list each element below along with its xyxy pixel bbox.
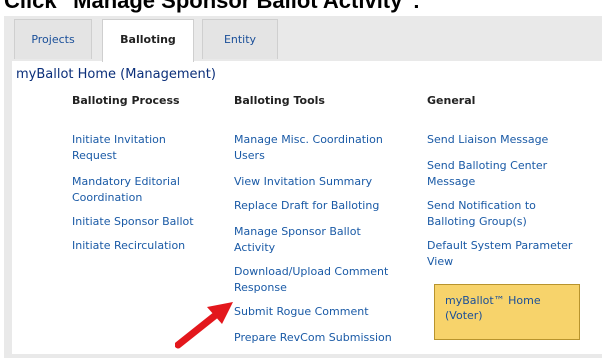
link-default-system-parameter-view[interactable]: Default System Parameter View — [427, 238, 597, 270]
tab-balloting[interactable]: Balloting — [102, 19, 194, 62]
column-heading-process: Balloting Process — [72, 94, 180, 107]
link-send-notification-to-balloting-groups[interactable]: Send Notification to Balloting Group(s) — [427, 198, 567, 230]
column-heading: General — [427, 94, 476, 107]
main-panel: myBallot Home (Management) Balloting Pro… — [12, 61, 602, 354]
column-heading-general: General — [427, 94, 475, 107]
column-heading-tools: Balloting Tools — [234, 94, 325, 107]
tab-projects[interactable]: Projects — [14, 19, 92, 59]
red-arrow-icon — [175, 302, 233, 349]
link-send-balloting-center-message[interactable]: Send Balloting Center Message — [427, 158, 592, 190]
link-prepare-revcom-submission[interactable]: Prepare RevCom Submission — [234, 330, 414, 346]
instruction-caption: Click "Manage Sponsor Ballot Activity": — [4, 0, 421, 13]
page-title: myBallot Home (Management) — [16, 67, 216, 82]
app-frame: Projects Balloting Entity myBallot Home … — [4, 16, 602, 358]
tab-entity[interactable]: Entity — [202, 19, 278, 59]
link-submit-rogue-comment[interactable]: Submit Rogue Comment — [234, 304, 409, 320]
link-initiate-invitation-request[interactable]: Initiate Invitation Request — [72, 132, 212, 164]
link-manage-sponsor-ballot-activity[interactable]: Manage Sponsor Ballot Activity — [234, 224, 384, 256]
link-mandatory-editorial-coordination[interactable]: Mandatory Editorial Coordination — [72, 174, 212, 206]
link-view-invitation-summary[interactable]: View Invitation Summary — [234, 174, 404, 190]
link-manage-misc-coordination-users[interactable]: Manage Misc. Coordination Users — [234, 132, 404, 164]
link-initiate-recirculation[interactable]: Initiate Recirculation — [72, 238, 222, 254]
column-heading: Balloting Tools — [234, 94, 325, 107]
voter-home-button[interactable]: myBallot™ Home (Voter) — [434, 284, 580, 340]
link-send-liaison-message[interactable]: Send Liaison Message — [427, 132, 597, 148]
link-initiate-sponsor-ballot[interactable]: Initiate Sponsor Ballot — [72, 214, 222, 230]
link-download-upload-comment-response[interactable]: Download/Upload Comment Response — [234, 264, 404, 296]
link-replace-draft-for-balloting[interactable]: Replace Draft for Balloting — [234, 198, 409, 214]
column-heading: Balloting Process — [72, 94, 180, 107]
